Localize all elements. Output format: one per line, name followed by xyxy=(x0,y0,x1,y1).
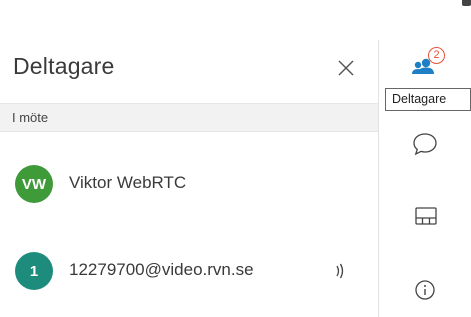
tooltip: Deltagare xyxy=(385,88,471,111)
layout-icon xyxy=(415,207,437,225)
layout-button[interactable] xyxy=(405,196,445,236)
participant-name: 12279700@video.rvn.se xyxy=(69,260,254,279)
avatar-initials: 1 xyxy=(29,262,39,280)
audio-activity-icon xyxy=(336,263,344,279)
avatar: 1 xyxy=(15,252,53,290)
chat-icon xyxy=(413,133,437,156)
section-header: I möte xyxy=(0,103,378,132)
section-label: I möte xyxy=(12,110,49,125)
window-corner-mark xyxy=(462,0,471,6)
app-window: Deltagare I möte VW Viktor WebRTC 1 1227… xyxy=(0,0,471,317)
panel-divider xyxy=(378,40,379,317)
participant-row[interactable]: 1 12279700@video.rvn.se xyxy=(0,243,378,299)
participants-count-badge: 2 xyxy=(428,47,445,64)
participant-name: Viktor WebRTC xyxy=(69,173,187,192)
panel-title: Deltagare xyxy=(13,53,115,79)
chat-button[interactable] xyxy=(405,124,445,164)
avatar-initials: VW xyxy=(21,175,47,193)
close-icon xyxy=(338,60,354,76)
info-icon xyxy=(415,280,435,300)
info-button[interactable] xyxy=(405,270,445,310)
avatar: VW xyxy=(15,165,53,203)
participants-panel: Deltagare I möte VW Viktor WebRTC 1 1227… xyxy=(0,0,380,317)
participant-row[interactable]: VW Viktor WebRTC xyxy=(0,156,378,212)
close-button[interactable] xyxy=(333,55,359,81)
